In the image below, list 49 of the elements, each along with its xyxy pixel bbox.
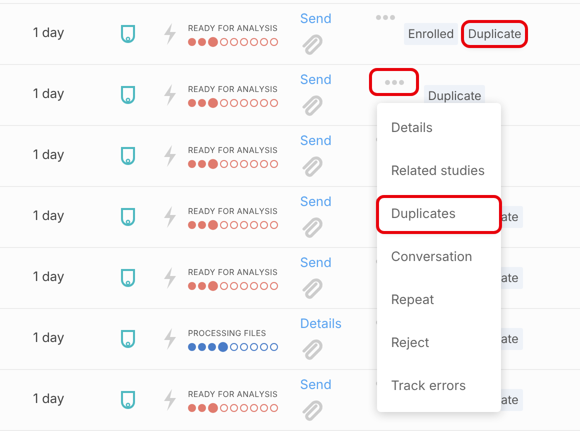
duration-text: 1 day	[33, 146, 66, 166]
status-label: READY FOR ANALYSIS	[188, 82, 279, 94]
pouch-icon	[120, 24, 136, 44]
status-label: READY FOR ANALYSIS	[188, 388, 279, 400]
status-label: READY FOR ANALYSIS	[188, 266, 279, 278]
status-tag: ate	[500, 206, 523, 228]
status-tag: Duplicate	[464, 23, 526, 45]
paperclip-icon[interactable]	[300, 92, 324, 118]
status-tag: ate	[500, 328, 523, 350]
paperclip-icon[interactable]	[300, 336, 324, 362]
paperclip-icon[interactable]	[300, 154, 324, 180]
lightning-icon	[162, 267, 178, 289]
pouch-icon	[120, 146, 136, 166]
lightning-icon	[162, 84, 178, 106]
pouch-icon	[120, 390, 136, 410]
menu-item[interactable]: Conversation	[379, 240, 499, 274]
lightning-icon	[162, 328, 178, 350]
menu-item[interactable]: Reject	[379, 326, 499, 360]
duration-text: 1 day	[33, 24, 66, 44]
pouch-icon	[120, 85, 136, 105]
lightning-icon	[162, 145, 178, 167]
menu-item[interactable]: Repeat	[379, 284, 499, 318]
duration-text: 1 day	[33, 329, 66, 348]
pouch-icon	[120, 268, 136, 288]
more-button[interactable]	[372, 71, 416, 93]
pouch-icon	[120, 207, 136, 227]
lightning-icon	[162, 389, 178, 411]
menu-item[interactable]: Track errors	[379, 370, 499, 404]
status-label: PROCESSING FILES	[188, 326, 268, 338]
status-label: READY FOR ANALYSIS	[188, 204, 279, 216]
pouch-icon	[120, 329, 136, 349]
status-tag: ate	[500, 267, 523, 289]
duration-text: 1 day	[33, 268, 66, 288]
menu-item[interactable]: Related studies	[379, 154, 499, 188]
status-label: READY FOR ANALYSIS	[188, 22, 279, 34]
menu-item[interactable]: Duplicates	[379, 198, 499, 232]
lightning-icon	[162, 206, 178, 228]
duration-text: 1 day	[33, 390, 66, 410]
duration-text: 1 day	[33, 85, 66, 104]
status-tag: Enrolled	[404, 23, 458, 45]
paperclip-icon[interactable]	[300, 214, 324, 240]
paperclip-icon[interactable]	[300, 398, 324, 424]
lightning-icon	[162, 23, 178, 45]
paperclip-icon[interactable]	[300, 276, 324, 302]
paperclip-icon[interactable]	[300, 32, 324, 58]
duration-text: 1 day	[33, 207, 66, 226]
status-label: READY FOR ANALYSIS	[188, 144, 279, 156]
status-tag: ate	[500, 389, 523, 411]
menu-item[interactable]: Details	[379, 112, 499, 146]
